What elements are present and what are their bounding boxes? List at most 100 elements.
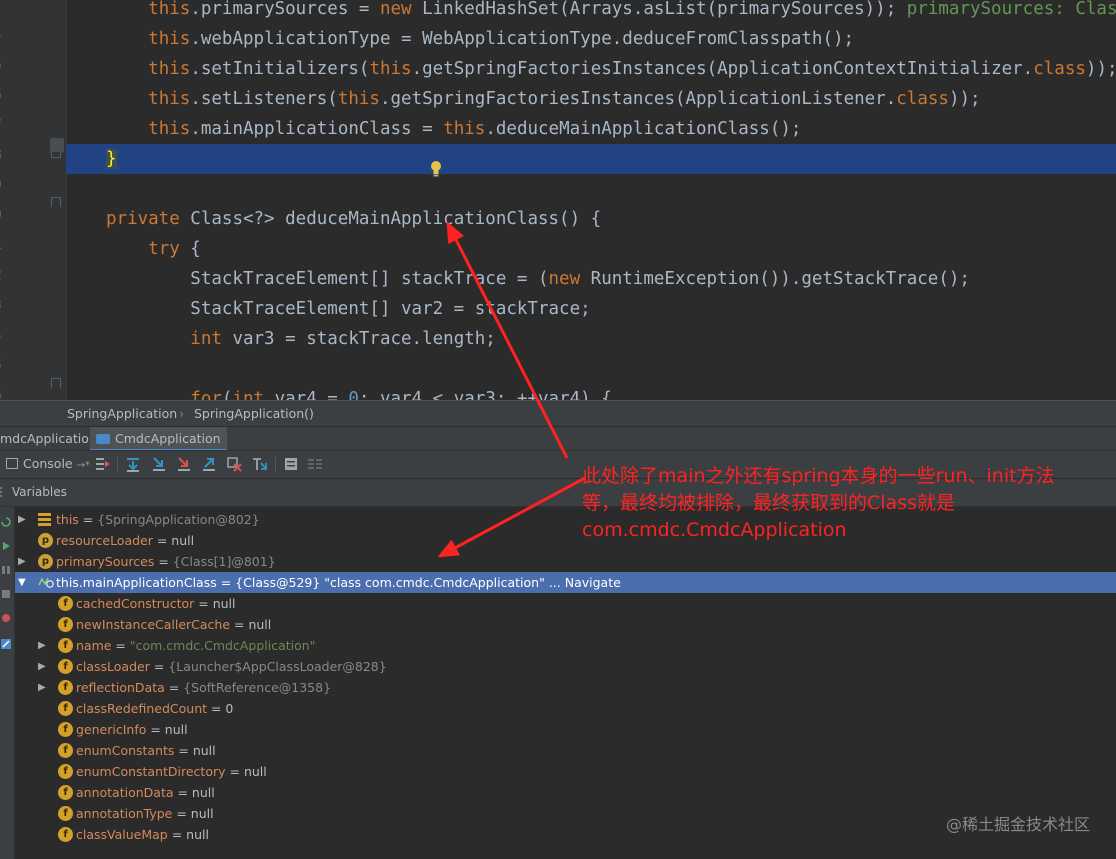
field-icon: f (58, 743, 73, 758)
code-token: .getSpringFactoriesInstances(Application… (379, 89, 897, 109)
field-icon: f (58, 680, 73, 695)
line-number: 1 (0, 238, 6, 253)
code-line[interactable]: this.setInitializers(this.getSpringFacto… (66, 54, 1116, 84)
tab-label: mdcApplication (0, 431, 97, 446)
variable-row[interactable]: f newInstanceCallerCache = null (15, 614, 1116, 635)
step-over-icon[interactable] (124, 455, 142, 473)
lightbulb-icon[interactable] (429, 160, 443, 178)
code-token: )); (948, 89, 981, 109)
evaluate-expression-icon[interactable] (282, 455, 300, 473)
variable-row[interactable]: ▶ p primarySources = {Class[1]@801} (15, 551, 1116, 572)
variable-name: classRedefinedCount (76, 701, 208, 716)
code-token: )); (1085, 59, 1116, 79)
breadcrumb-item-class[interactable]: SpringApplication (67, 406, 177, 421)
expand-arrow-icon[interactable]: ▶ (38, 656, 48, 677)
variable-value: = null (146, 722, 188, 737)
breakpoint-marker-icon[interactable] (50, 138, 64, 152)
equals-sign: = (154, 554, 173, 569)
code-line[interactable] (66, 354, 1116, 384)
step-out-icon[interactable] (200, 455, 218, 473)
field-icon: f (58, 617, 73, 632)
fold-marker-icon[interactable] (51, 197, 61, 207)
code-token: this (337, 89, 380, 109)
step-into-icon[interactable] (150, 455, 168, 473)
variable-row[interactable]: f genericInfo = null (15, 719, 1116, 740)
code-line[interactable]: private Class<?> deduceMainApplicationCl… (66, 204, 1116, 234)
code-line[interactable]: try { (66, 234, 1116, 264)
field-icon: f (58, 596, 73, 611)
code-token: new (548, 269, 581, 289)
console-tab[interactable]: Console →* (6, 455, 90, 473)
fold-marker-icon[interactable] (51, 378, 61, 388)
code-line[interactable]: StackTraceElement[] stackTrace = (new Ru… (66, 264, 1116, 294)
field-icon: f (58, 764, 73, 779)
variable-value: {SpringApplication@802} (97, 512, 260, 527)
force-step-into-icon[interactable] (175, 455, 193, 473)
collapse-arrow-icon[interactable]: ▼ (18, 572, 28, 593)
code-line[interactable]: int var3 = stackTrace.length; (66, 324, 1116, 354)
expand-arrow-icon[interactable]: ▶ (18, 509, 28, 530)
variable-row[interactable]: f enumConstantDirectory = null (15, 761, 1116, 782)
code-token: class (1033, 59, 1086, 79)
variable-name-group: newInstanceCallerCache = null (76, 614, 271, 635)
mute-breakpoints-icon[interactable] (0, 638, 12, 650)
code-token: .mainApplicationClass = (190, 119, 444, 139)
code-token: ( (221, 389, 233, 400)
tab-cmdcapplication[interactable]: CmdcApplication (90, 427, 227, 451)
code-token: this (148, 119, 191, 139)
variable-name-group: enumConstants = null (76, 740, 216, 761)
annotation-line-2: 等，最终均被排除，最终获取到的Class就是 (582, 492, 955, 514)
variable-name-group: reflectionData = {SoftReference@1358} (76, 677, 331, 698)
variable-name: classLoader (76, 659, 150, 674)
console-icon (6, 458, 18, 469)
trace-current-stream-icon[interactable] (306, 455, 324, 473)
panel-grip-icon[interactable] (0, 487, 9, 497)
view-breakpoints-icon[interactable] (0, 612, 12, 624)
variable-name-group: classLoader = {Launcher$AppClassLoader@8… (76, 656, 387, 677)
variable-row[interactable]: ▶ f classLoader = {Launcher$AppClassLoader… (15, 656, 1116, 677)
resume-icon[interactable] (0, 540, 12, 552)
drop-frame-icon[interactable] (225, 455, 243, 473)
run-to-cursor-icon[interactable] (251, 455, 269, 473)
equals-sign: = (111, 638, 130, 653)
variable-row[interactable]: f annotationData = null (15, 782, 1116, 803)
variable-row-selected[interactable]: ▼ this.mainApplicationClass = {Class@529}… (15, 572, 1116, 593)
code-editor[interactable]: 4 5 6 7 8 9 0 1 2 3 4 5 6 this.primarySources = new … (0, 0, 1116, 400)
code-line[interactable]: for(int var4 = 0; var4 < var3; ++var4) { (66, 384, 1116, 400)
variable-row[interactable]: ▶ f name = "com.cmdc.CmdcApplication" (15, 635, 1116, 656)
code-line[interactable]: this.primarySources = new LinkedHashSet(… (66, 0, 1116, 24)
breadcrumb-item-method[interactable]: SpringApplication() (194, 406, 314, 421)
code-line[interactable]: this.mainApplicationClass = this.deduceM… (66, 114, 1116, 144)
variable-row[interactable]: f enumConstants = null (15, 740, 1116, 761)
pause-icon[interactable] (0, 564, 12, 576)
variables-tree[interactable]: ▶ this = {SpringApplication@802} p resource… (15, 507, 1116, 859)
code-line[interactable]: this.webApplicationType = WebApplication… (66, 24, 1116, 54)
line-number: 7 (0, 118, 6, 133)
variable-name: this.mainApplicationClass (56, 575, 217, 590)
expand-arrow-icon[interactable]: ▶ (18, 551, 28, 572)
stop-icon[interactable] (0, 588, 12, 600)
code-token: primarySources: Class[1] (906, 0, 1116, 19)
rerun-icon[interactable] (0, 516, 12, 528)
variable-row[interactable]: f classRedefinedCount = 0 (15, 698, 1116, 719)
show-execution-point-icon[interactable] (94, 455, 112, 473)
code-token: } (106, 149, 117, 169)
variable-row[interactable]: f cachedConstructor = null (15, 593, 1116, 614)
code-token: int (232, 389, 265, 400)
expand-arrow-icon[interactable]: ▶ (38, 677, 48, 698)
code-line[interactable]: StackTraceElement[] var2 = stackTrace; (66, 294, 1116, 324)
code-line-current[interactable]: } (66, 144, 1116, 174)
code-line[interactable]: this.setListeners(this.getSpringFactorie… (66, 84, 1116, 114)
expand-arrow-icon[interactable]: ▶ (38, 635, 48, 656)
tab-mdcapplication[interactable]: mdcApplication (0, 427, 103, 451)
parameter-icon: p (38, 554, 53, 569)
console-pin-label: →* (76, 460, 90, 471)
variable-name: cachedConstructor (76, 596, 195, 611)
code-line[interactable] (66, 174, 1116, 204)
toolbar-divider (117, 457, 118, 472)
variable-row[interactable]: ▶ f reflectionData = {SoftReference@1358} (15, 677, 1116, 698)
annotation-note: 此处除了main之外还有spring本身的一些run、init方法 等，最终均被… (582, 463, 1102, 544)
